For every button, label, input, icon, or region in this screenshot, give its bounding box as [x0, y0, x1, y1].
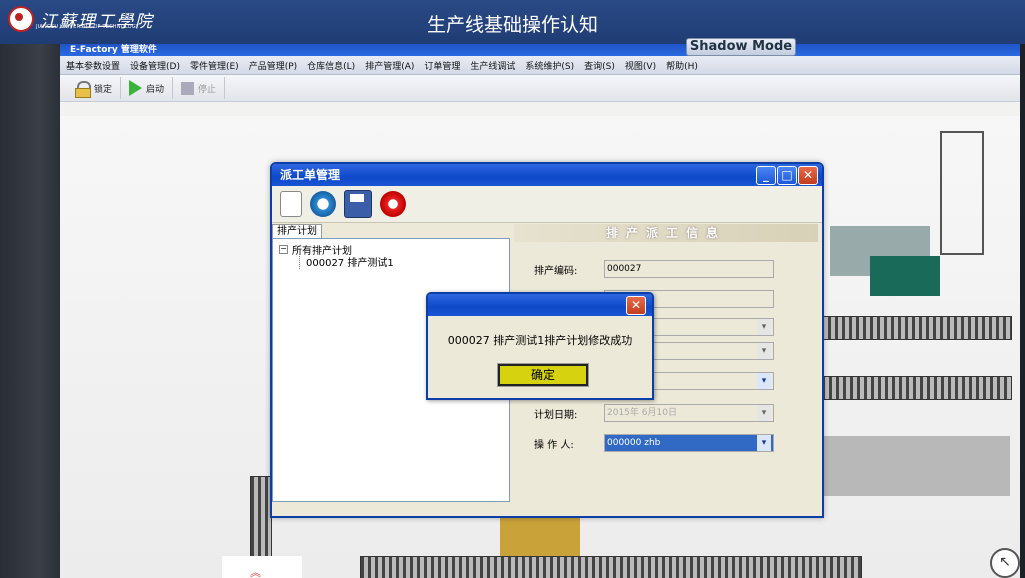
- operator-row: 操 作 人: 000000 zhb: [534, 434, 774, 452]
- refresh-icon[interactable]: [310, 191, 336, 217]
- maximize-icon: □: [781, 168, 793, 182]
- menu-orders[interactable]: 订单管理: [424, 59, 460, 72]
- dispatch-toolbar: [272, 186, 822, 223]
- collapse-icon[interactable]: −: [279, 245, 288, 254]
- date-picker[interactable]: 2015年 6月10日: [604, 404, 774, 422]
- message-close-button[interactable]: ✕: [626, 296, 646, 315]
- chevron-up-icon: ︽: [250, 566, 261, 578]
- maximize-button[interactable]: □: [777, 166, 797, 185]
- code-row: 排产编码: 000027: [534, 260, 774, 278]
- machine-unit-decoration: [500, 516, 580, 556]
- scene-background: 江蘇理工學院 JIANGSU UNIVERSITY OF TECHNOLOGY …: [0, 0, 1025, 578]
- close-icon: ✕: [630, 298, 642, 312]
- menu-line-debug[interactable]: 生产线调试: [470, 59, 515, 72]
- main-toolbar: 锁定 启动 停止: [60, 75, 1020, 102]
- close-icon: ✕: [802, 168, 814, 182]
- shadow-mode-button[interactable]: Shadow Mode: [686, 38, 796, 56]
- date-row: 计划日期: 2015年 6月10日: [534, 404, 774, 422]
- lock-label: 锁定: [94, 84, 113, 95]
- info-header: 排产派工信息: [514, 224, 818, 242]
- operator-dropdown[interactable]: 000000 zhb: [604, 434, 774, 452]
- conveyor-decoration: [800, 376, 1012, 400]
- menu-bar: 基本参数设置 设备管理(D) 零件管理(E) 产品管理(P) 仓库信息(L) 排…: [60, 56, 1020, 75]
- menu-help[interactable]: 帮助(H): [666, 59, 698, 72]
- minimize-icon: _: [763, 168, 769, 182]
- operator-label: 操 作 人:: [534, 439, 574, 451]
- conveyor-decoration: [360, 556, 862, 578]
- lock-icon: [74, 81, 91, 98]
- top-header: 江蘇理工學院 JIANGSU UNIVERSITY OF TECHNOLOGY …: [0, 0, 1025, 44]
- app-title-bar: E-Factory 管理软件 Shadow Mode: [60, 38, 1020, 56]
- tab-schedule-plan[interactable]: 排产计划: [272, 224, 322, 239]
- message-box-titlebar: ✕: [428, 294, 652, 316]
- play-icon: [129, 80, 143, 96]
- machine-cabinet-decoration: [870, 256, 940, 296]
- machine-frame-decoration: [940, 131, 984, 255]
- start-button[interactable]: 启动: [121, 77, 174, 99]
- start-label: 启动: [146, 84, 165, 95]
- minimize-button[interactable]: _: [756, 166, 776, 185]
- success-message-box: ✕ 000027 排产测试1排产计划修改成功 确定: [426, 292, 654, 400]
- document-icon[interactable]: [280, 191, 302, 217]
- stop-label: 停止: [198, 84, 217, 95]
- date-label: 计划日期:: [534, 409, 578, 421]
- menu-scheduling[interactable]: 排产管理(A): [365, 59, 414, 72]
- code-label: 排产编码:: [534, 265, 578, 277]
- lock-button[interactable]: 锁定: [66, 77, 122, 99]
- stop-icon: [181, 81, 195, 95]
- page-title: 生产线基础操作认知: [426, 14, 598, 36]
- save-icon[interactable]: [344, 190, 372, 218]
- menu-view[interactable]: 视图(V): [625, 59, 656, 72]
- stop-button[interactable]: 停止: [173, 77, 226, 99]
- power-icon[interactable]: [380, 191, 406, 217]
- ok-button[interactable]: 确定: [497, 363, 589, 387]
- menu-warehouse[interactable]: 仓库信息(L): [307, 59, 355, 72]
- menu-system[interactable]: 系统维护(S): [525, 59, 574, 72]
- menu-products[interactable]: 产品管理(P): [249, 59, 297, 72]
- menu-basic-params[interactable]: 基本参数设置: [66, 59, 120, 72]
- menu-device[interactable]: 设备管理(D): [130, 59, 180, 72]
- menu-parts[interactable]: 零件管理(E): [190, 59, 239, 72]
- app-title: E-Factory 管理软件: [70, 45, 157, 55]
- tree-child-node[interactable]: 000027 排产测试1: [299, 254, 394, 269]
- dispatch-window-title: 派工单管理: [280, 168, 341, 182]
- machine-table-decoration: [820, 436, 1010, 496]
- close-button[interactable]: ✕: [798, 166, 818, 185]
- dispatch-window-titlebar: 派工单管理 _ □ ✕: [272, 164, 822, 186]
- menu-query[interactable]: 查询(S): [584, 59, 615, 72]
- code-field[interactable]: 000027: [604, 260, 774, 278]
- expand-arrow-icon[interactable]: ↖: [990, 548, 1020, 578]
- conveyor-decoration: [820, 316, 1012, 340]
- bottom-nav-tab[interactable]: ︽: [222, 556, 302, 578]
- message-text: 000027 排产测试1排产计划修改成功: [447, 334, 633, 347]
